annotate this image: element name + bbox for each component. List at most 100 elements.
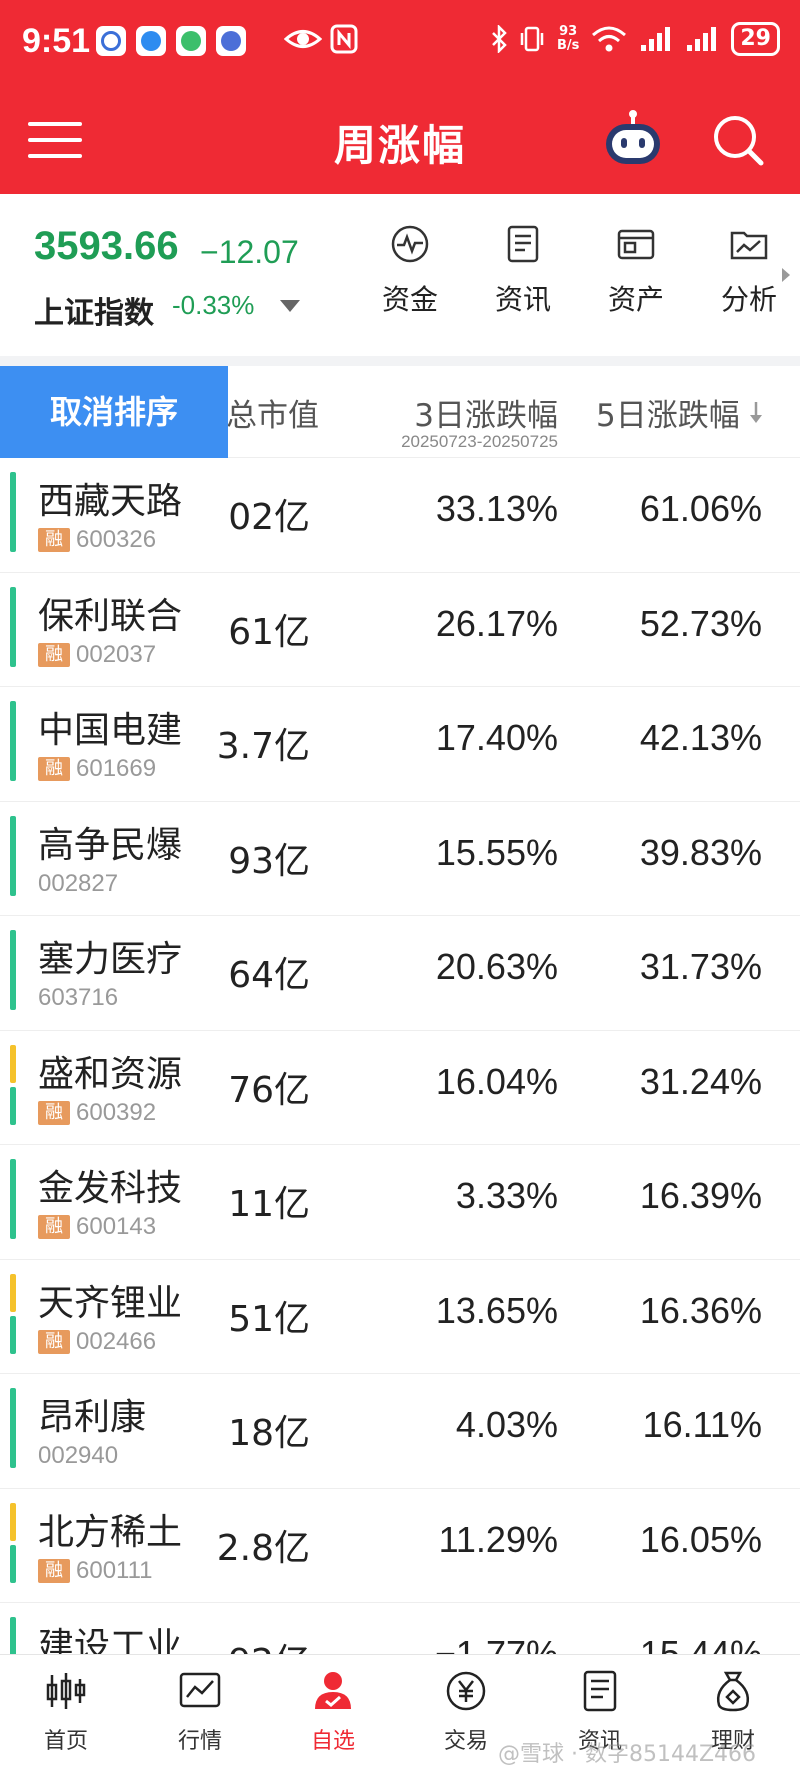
market-cap-value: 02亿 bbox=[228, 497, 310, 538]
stock-name: 昂利康 bbox=[38, 1397, 147, 1438]
sort-desc-icon[interactable] bbox=[748, 400, 764, 426]
stock-name: 保利联合 bbox=[38, 595, 183, 637]
market-cap-value: 64亿 bbox=[228, 955, 310, 996]
stock-name: 塞力医疗 bbox=[38, 939, 183, 980]
quick-action-label: 分析 bbox=[720, 283, 777, 316]
line-chart-icon bbox=[179, 1672, 221, 1708]
row-indicator-bar bbox=[10, 1544, 16, 1583]
money-bag-icon bbox=[716, 1671, 750, 1712]
margin-badge: 融 bbox=[38, 1215, 70, 1239]
eye-icon bbox=[284, 30, 322, 48]
stock-meta: 融 002037 bbox=[38, 641, 156, 669]
wallet-icon bbox=[617, 229, 655, 260]
speed-value: 93 bbox=[559, 24, 578, 39]
scroll-right-icon[interactable] bbox=[782, 268, 790, 282]
table-row[interactable]: 盛和资源融 600392 76亿 16.04% 31.24% bbox=[0, 1030, 800, 1145]
nfc-icon bbox=[330, 24, 358, 54]
tab-home[interactable]: 首页 bbox=[16, 1669, 116, 1755]
change-5day-value: 31.24% bbox=[639, 1060, 762, 1102]
stock-meta: 002940 bbox=[38, 1442, 118, 1470]
top-nav: 周涨幅 bbox=[0, 100, 800, 180]
stock-name: 金发科技 bbox=[38, 1168, 183, 1209]
column-5day-change[interactable]: 5日涨跌幅 bbox=[596, 390, 738, 435]
table-row[interactable]: 金发科技融 600143 11亿 3.33% 16.39% bbox=[0, 1145, 800, 1260]
quick-action-news[interactable]: 资讯 bbox=[473, 224, 573, 318]
market-cap-value: 76亿 bbox=[228, 1069, 310, 1111]
row-indicator-bar bbox=[10, 701, 16, 781]
status-bar: 9:51 93 B/s 29 bbox=[0, 18, 800, 68]
market-cap-value: 11亿 bbox=[228, 1184, 310, 1225]
change-3day-value: 20.63% bbox=[435, 946, 558, 987]
document-icon bbox=[507, 225, 539, 263]
cancel-sort-button[interactable]: 取消排序 bbox=[0, 366, 228, 458]
change-5day-value: 16.36% bbox=[639, 1289, 762, 1331]
stock-code: 002037 bbox=[76, 640, 157, 668]
table-row[interactable]: 保利联合融 002037 61亿 26.17% 52.73% bbox=[0, 572, 800, 687]
pulse-icon bbox=[391, 225, 429, 263]
stock-meta: 融 600392 bbox=[38, 1099, 156, 1127]
table-row[interactable]: 塞力医疗 603716 64亿 20.63% 31.73% bbox=[0, 916, 800, 1031]
column-3day-change[interactable]: 3日涨跌幅 bbox=[414, 390, 558, 435]
table-row[interactable]: 西藏天路融 600326 02亿 33.13% 61.06% bbox=[0, 458, 800, 573]
table-row[interactable]: 建设工业 92亿 −1.77% 15.44% bbox=[0, 1603, 800, 1654]
row-indicator-bar bbox=[10, 815, 16, 896]
tab-watchlist[interactable]: 自选 bbox=[283, 1669, 383, 1755]
stock-code: 002827 bbox=[38, 869, 119, 897]
stock-meta: 融 601669 bbox=[38, 755, 156, 783]
row-indicator-bar bbox=[10, 1044, 16, 1083]
stock-name: 天齐锂业 bbox=[38, 1282, 183, 1324]
table-row[interactable]: 天齐锂业融 002466 51亿 13.65% 16.36% bbox=[0, 1259, 800, 1374]
news-icon bbox=[583, 1670, 617, 1712]
change-5day-value: 16.11% bbox=[642, 1404, 762, 1445]
stock-name: 西藏天路 bbox=[38, 481, 183, 522]
quick-action-label: 资金 bbox=[381, 283, 438, 316]
stock-code: 600143 bbox=[76, 1213, 157, 1240]
table-row[interactable]: 北方稀土融 600111 2.8亿 11.29% 16.05% bbox=[0, 1488, 800, 1603]
tab-label: 行情 bbox=[177, 1729, 222, 1754]
row-indicator-bar bbox=[10, 1388, 16, 1468]
network-speed: 93 B/s bbox=[557, 25, 579, 53]
table-row[interactable]: 昂利康 002940 18亿 4.03% 16.11% bbox=[0, 1374, 800, 1489]
signal-icon-1 bbox=[641, 27, 671, 51]
stock-meta: 融 600111 bbox=[38, 1557, 153, 1585]
change-5day-value: 16.05% bbox=[639, 1518, 762, 1560]
row-indicator-bar bbox=[10, 472, 16, 552]
signal-icon-2 bbox=[687, 27, 717, 51]
page-title: 周涨幅 bbox=[333, 121, 466, 170]
change-3day-value: 3.33% bbox=[455, 1175, 558, 1216]
yuan-icon bbox=[446, 1671, 486, 1711]
table-row[interactable]: 中国电建融 601669 3.7亿 17.40% 42.13% bbox=[0, 687, 800, 802]
battery-indicator: 29 bbox=[731, 22, 780, 56]
market-cap-value: 61亿 bbox=[228, 611, 310, 653]
quick-action-assets[interactable]: 资产 bbox=[586, 224, 686, 318]
quick-action-funds[interactable]: 资金 bbox=[360, 224, 460, 318]
index-summary[interactable]: 3593.66 −12.07 上证指数 -0.33% 资金 资讯 资产 分析 bbox=[0, 194, 800, 360]
column-market-cap[interactable]: 总市值 bbox=[226, 390, 319, 435]
tab-market[interactable]: 行情 bbox=[150, 1669, 250, 1755]
margin-badge: 融 bbox=[38, 1100, 70, 1125]
stock-name: 中国电建 bbox=[38, 710, 183, 751]
market-cap-value: 51亿 bbox=[228, 1298, 310, 1340]
stock-meta: 融 600143 bbox=[38, 1213, 156, 1241]
change-5day-value: 52.73% bbox=[639, 602, 762, 644]
change-3day-value: 33.13% bbox=[435, 488, 558, 529]
caret-down-icon[interactable] bbox=[280, 300, 300, 312]
market-cap-value: 92亿 bbox=[190, 1633, 310, 1654]
change-5day-value: 31.73% bbox=[639, 946, 762, 987]
change-3day-value: 11.29% bbox=[438, 1518, 558, 1560]
change-5day-value: 39.83% bbox=[639, 831, 762, 873]
app-header: 9:51 93 B/s 29 周涨幅 bbox=[0, 0, 800, 194]
row-indicator-bar bbox=[10, 1159, 16, 1239]
margin-badge: 融 bbox=[38, 528, 70, 552]
margin-badge: 融 bbox=[38, 642, 70, 667]
table-row[interactable]: 高争民爆 002827 93亿 15.55% 39.83% bbox=[0, 801, 800, 916]
change-3day-value: 16.04% bbox=[435, 1060, 558, 1102]
row-indicator-bar bbox=[10, 1273, 16, 1312]
row-indicator-bar bbox=[10, 1502, 16, 1541]
status-right-group: 93 B/s 29 bbox=[491, 22, 780, 56]
stock-code: 002466 bbox=[76, 1327, 157, 1355]
stock-meta: 融 002466 bbox=[38, 1328, 156, 1356]
stock-name: 北方稀土 bbox=[38, 1511, 183, 1553]
search-icon[interactable] bbox=[710, 112, 766, 168]
robot-assistant-icon[interactable] bbox=[600, 108, 666, 168]
